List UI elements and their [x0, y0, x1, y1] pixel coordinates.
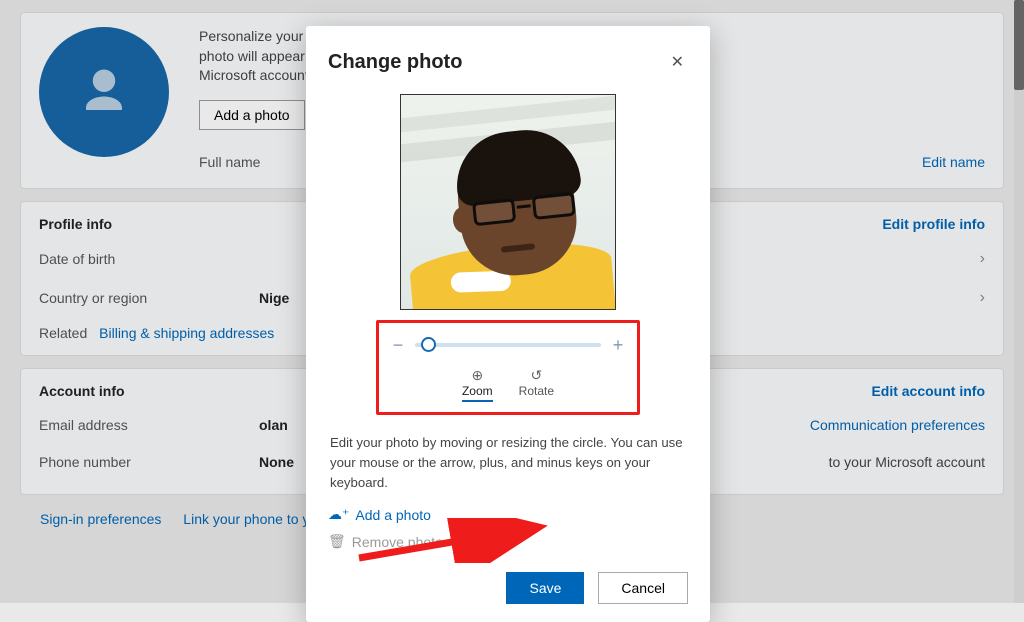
photo-image	[401, 95, 615, 309]
slider-track[interactable]	[415, 343, 601, 347]
tab-zoom[interactable]: ⊕ Zoom	[462, 367, 493, 402]
chevron-right-icon: ›	[980, 289, 985, 307]
scrollbar-thumb[interactable]	[1014, 0, 1024, 90]
edit-profile-info-link[interactable]: Edit profile info	[882, 216, 985, 232]
signin-preferences-link[interactable]: Sign-in preferences	[40, 511, 161, 527]
avatar-placeholder	[39, 27, 169, 157]
edit-name-link[interactable]: Edit name	[922, 154, 985, 170]
cancel-button[interactable]: Cancel	[598, 572, 688, 604]
close-icon[interactable]: ✕	[667, 48, 688, 76]
zoom-controls-highlight: − + ⊕ Zoom ↺ Rotate	[376, 320, 640, 415]
account-info-title: Account info	[39, 383, 125, 399]
minus-icon[interactable]: −	[389, 335, 407, 356]
photo-preview[interactable]	[400, 94, 616, 310]
trash-icon: 🗑	[328, 533, 346, 550]
cloud-upload-icon: ☁⁺	[328, 506, 349, 523]
instruction-text: Edit your photo by moving or resizing th…	[330, 433, 686, 492]
chevron-right-icon: ›	[980, 250, 985, 268]
change-photo-modal: Change photo ✕ − + ⊕ Zoom	[306, 26, 710, 622]
tab-rotate[interactable]: ↺ Rotate	[519, 367, 554, 402]
save-button[interactable]: Save	[506, 572, 584, 604]
rotate-icon: ↺	[519, 367, 554, 384]
scrollbar[interactable]	[1014, 0, 1024, 603]
communication-preferences-link[interactable]: Communication preferences	[810, 417, 985, 433]
add-photo-button[interactable]: Add a photo	[199, 100, 305, 130]
person-icon	[77, 65, 131, 119]
zoom-slider[interactable]: − +	[389, 331, 627, 359]
profile-info-title: Profile info	[39, 216, 112, 232]
remove-photo-link: 🗑 Remove photo	[328, 533, 443, 550]
add-a-photo-link[interactable]: ☁⁺ Add a photo	[328, 506, 431, 523]
billing-shipping-link[interactable]: Billing & shipping addresses	[99, 325, 274, 341]
slider-thumb[interactable]	[421, 337, 436, 352]
modal-title: Change photo	[328, 51, 462, 74]
zoom-in-icon: ⊕	[462, 367, 493, 384]
related-label: Related	[39, 325, 87, 341]
plus-icon[interactable]: +	[609, 335, 627, 356]
edit-account-info-link[interactable]: Edit account info	[871, 383, 985, 399]
